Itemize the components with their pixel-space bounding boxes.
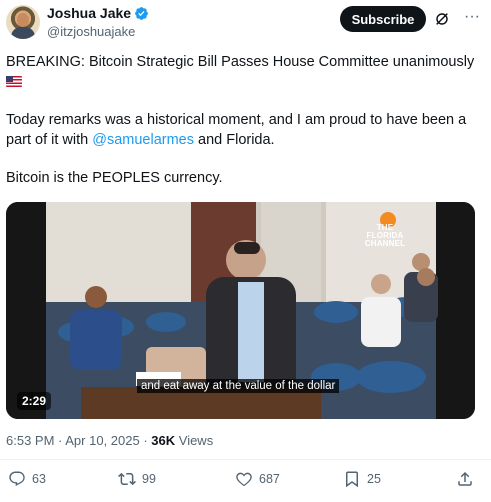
- tweet-date[interactable]: Apr 10, 2025: [65, 433, 139, 448]
- avatar-face: [17, 13, 29, 27]
- mention-link[interactable]: @samuelarmes: [92, 132, 194, 148]
- repost-count: 99: [142, 472, 156, 486]
- reply-icon: [9, 471, 25, 487]
- repost-button[interactable]: 99: [118, 470, 156, 488]
- author-handle[interactable]: @itzjoshuajake: [47, 24, 135, 39]
- like-count: 687: [259, 472, 280, 486]
- action-bar: 63 99 687 25: [0, 470, 491, 494]
- channel-logo: THE FLORIDA CHANNEL: [362, 212, 408, 248]
- tweet-line-flag: [6, 72, 481, 92]
- reply-button[interactable]: 63: [8, 470, 46, 488]
- tweet-line-closing: Bitcoin is the PEOPLES currency.: [6, 168, 481, 188]
- divider: [0, 459, 491, 460]
- subscribe-button[interactable]: Subscribe: [340, 6, 426, 32]
- author-name-row: Joshua Jake: [47, 5, 149, 21]
- avatar[interactable]: [6, 5, 40, 39]
- bookmark-count: 25: [367, 472, 381, 486]
- tweet-closing-text: Bitcoin is the PEOPLES currency.: [6, 170, 223, 186]
- tweet-body: BREAKING: Bitcoin Strategic Bill Passes …: [6, 52, 481, 188]
- us-flag-icon: [6, 76, 22, 87]
- share-button[interactable]: [456, 470, 474, 488]
- reply-count: 63: [32, 472, 46, 486]
- video-player[interactable]: THE FLORIDA CHANNEL and eat away at the va…: [6, 202, 475, 419]
- tweet-header: Joshua Jake @itzjoshuajake Subscribe ···: [0, 0, 491, 42]
- verified-badge-icon: [135, 6, 148, 20]
- bookmark-icon: [346, 471, 358, 488]
- share-icon: [458, 471, 472, 486]
- channel-logo-line3: CHANNEL: [364, 239, 406, 248]
- tweet-line-headline: BREAKING: Bitcoin Strategic Bill Passes …: [6, 52, 481, 72]
- grok-icon[interactable]: [434, 11, 450, 27]
- heart-icon: [236, 472, 252, 487]
- tweet-meta: 6:53 PM · Apr 10, 2025 · 36K Views: [6, 433, 213, 448]
- tweet-time[interactable]: 6:53 PM: [6, 433, 54, 448]
- video-duration: 2:29: [17, 392, 52, 410]
- channel-logo-text: THE FLORIDA CHANNEL: [362, 224, 408, 248]
- author-display-name[interactable]: Joshua Jake: [47, 5, 131, 21]
- more-icon[interactable]: ···: [462, 9, 482, 28]
- like-button[interactable]: 687: [235, 470, 280, 488]
- views-count: 36K: [151, 433, 176, 448]
- bookmark-button[interactable]: 25: [343, 470, 381, 488]
- tweet-headline-text: BREAKING: Bitcoin Strategic Bill Passes …: [6, 54, 475, 70]
- avatar-body: [11, 27, 35, 39]
- tweet-remarks-suffix: and Florida.: [193, 132, 275, 148]
- views-label: Views: [175, 433, 214, 448]
- video-caption: and eat away at the value of the dollar: [137, 379, 340, 393]
- meta-separator: ·: [139, 433, 152, 448]
- meta-separator: ·: [54, 433, 66, 448]
- tweet-line-remarks: Today remarks was a historical moment, a…: [6, 110, 481, 150]
- repost-icon: [118, 472, 136, 486]
